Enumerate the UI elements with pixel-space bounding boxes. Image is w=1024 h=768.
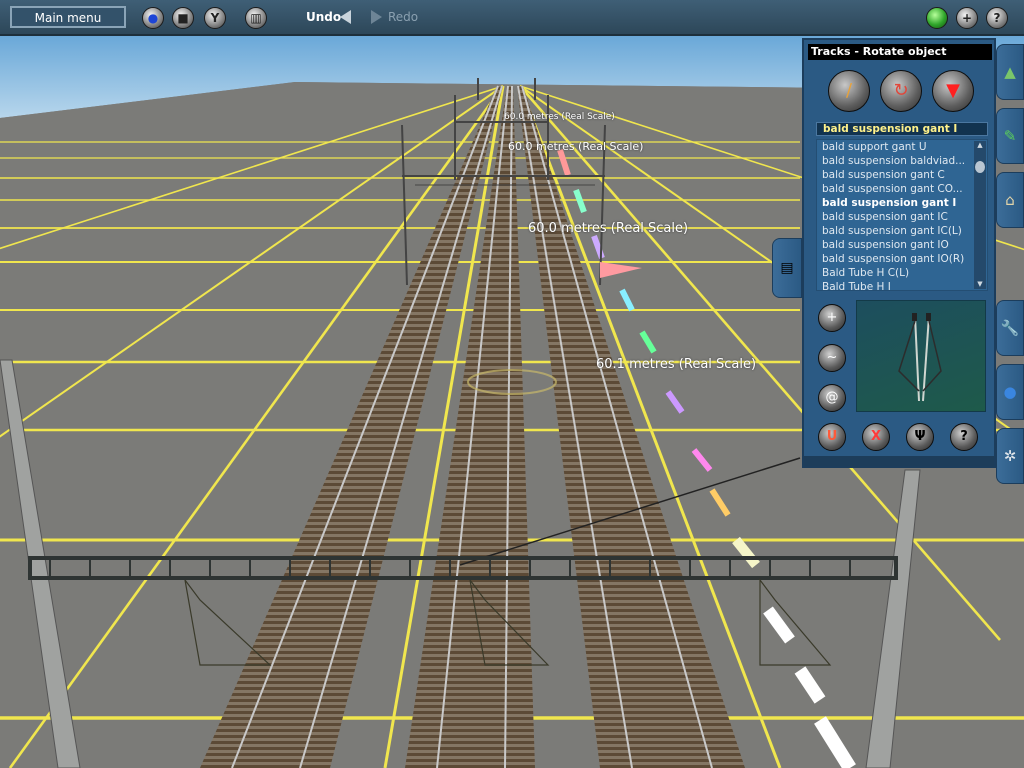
add-button[interactable]: +	[818, 304, 846, 332]
panel-bottom-strip	[804, 456, 994, 466]
list-item[interactable]: bald suspension gant C	[817, 168, 972, 182]
scroll-down-icon[interactable]: ▼	[975, 280, 985, 289]
wrench-icon: 🔧	[1000, 319, 1020, 337]
panel-collapse-tab[interactable]: ▤	[772, 238, 802, 298]
list-item[interactable]: bald suspension gant IC	[817, 210, 972, 224]
help-icon[interactable]: ?	[986, 7, 1008, 29]
tab-tools[interactable]: 🔧	[996, 300, 1024, 356]
redo-button[interactable]: Redo	[388, 10, 418, 24]
list-item[interactable]: bald suspension gant IO	[817, 238, 972, 252]
filter-icon[interactable]: Y	[204, 7, 226, 29]
tab-world[interactable]: ●	[996, 364, 1024, 420]
scroll-thumb[interactable]	[975, 161, 985, 173]
train-icon: ▤	[780, 260, 794, 276]
tab-paint[interactable]: ✎	[996, 108, 1024, 164]
main-menu-button[interactable]: Main menu	[10, 6, 126, 28]
asset-list[interactable]: bald support gant U bald suspension bald…	[816, 139, 988, 291]
link-tool-button[interactable]: @	[818, 384, 846, 412]
terrain-icon: ▲	[1004, 63, 1016, 81]
delete-object-button[interactable]: ▼	[932, 70, 974, 112]
list-item[interactable]: bald support gant U	[817, 140, 972, 154]
list-scrollbar[interactable]: ▲ ▼	[974, 141, 986, 289]
list-item[interactable]: bald suspension gant CO...	[817, 182, 972, 196]
measure-label: 60.1 metres (Real Scale)	[596, 357, 757, 372]
list-item[interactable]: Bald Tube H I	[817, 280, 972, 290]
list-item[interactable]: bald suspension baldviad...	[817, 154, 972, 168]
down-arrow-icon: ▼	[946, 80, 960, 101]
spline-icon: ~	[826, 350, 838, 365]
list-item[interactable]: bald suspension gant IC(L)	[817, 224, 972, 238]
tab-objects[interactable]: ⌂	[996, 172, 1024, 228]
magnet-icon: U	[826, 429, 838, 444]
gantry-preview-icon	[898, 313, 942, 402]
green-light-icon[interactable]	[926, 7, 948, 29]
help-icon: ?	[960, 429, 968, 444]
tab-settings[interactable]: ✲	[996, 428, 1024, 484]
house-icon: ⌂	[1005, 191, 1015, 209]
measure-label: 60.0 metres (Real Scale)	[528, 221, 689, 236]
track-lay-button[interactable]: /	[828, 70, 870, 112]
rotate-object-button[interactable]: ↻	[880, 70, 922, 112]
globe-icon[interactable]: ●	[142, 7, 164, 29]
globe-icon: ●	[1003, 383, 1017, 401]
trident-icon: Ψ	[914, 429, 926, 444]
tool-button-magnet[interactable]: U	[818, 423, 846, 451]
delete-icon: X	[870, 429, 882, 444]
spline-tool-button[interactable]: ~	[818, 344, 846, 372]
list-item-selected[interactable]: bald suspension gant I	[817, 196, 972, 210]
undo-arrow-icon[interactable]	[340, 10, 351, 24]
trash-icon[interactable]: ▥	[245, 7, 267, 29]
list-item[interactable]: Bald Tube H C(L)	[817, 266, 972, 280]
stop-icon[interactable]: ■	[172, 7, 194, 29]
redo-arrow-icon[interactable]	[371, 10, 382, 24]
undo-button[interactable]: Undo	[306, 10, 341, 24]
link-icon: @	[825, 390, 839, 405]
rotate-icon: ↻	[893, 80, 909, 101]
scroll-up-icon[interactable]: ▲	[975, 141, 985, 150]
selected-asset-field[interactable]: bald suspension gant I	[816, 122, 988, 136]
ladder-icon: /	[845, 80, 853, 101]
paint-icon: ✎	[1003, 127, 1017, 145]
list-item[interactable]: bald suspension gant IO(R)	[817, 252, 972, 266]
gear-icon: ✲	[1003, 447, 1017, 465]
tool-button-help[interactable]: ?	[950, 423, 978, 451]
plus-icon[interactable]: +	[956, 7, 978, 29]
measure-label: 60.0 metres (Real Scale)	[504, 112, 615, 122]
asset-preview	[856, 300, 986, 412]
tool-panel: Tracks - Rotate object / ↻ ▼ bald suspen…	[802, 38, 996, 468]
plus-icon: +	[826, 310, 838, 325]
panel-title: Tracks - Rotate object	[808, 44, 992, 60]
top-toolbar: Main menu ● ■ Y ▥ Undo Redo + ?	[0, 0, 1024, 36]
tab-topology[interactable]: ▲	[996, 44, 1024, 100]
tool-button-delete[interactable]: X	[862, 423, 890, 451]
measure-label: 60.0 metres (Real Scale)	[508, 140, 644, 153]
tool-button-trident[interactable]: Ψ	[906, 423, 934, 451]
